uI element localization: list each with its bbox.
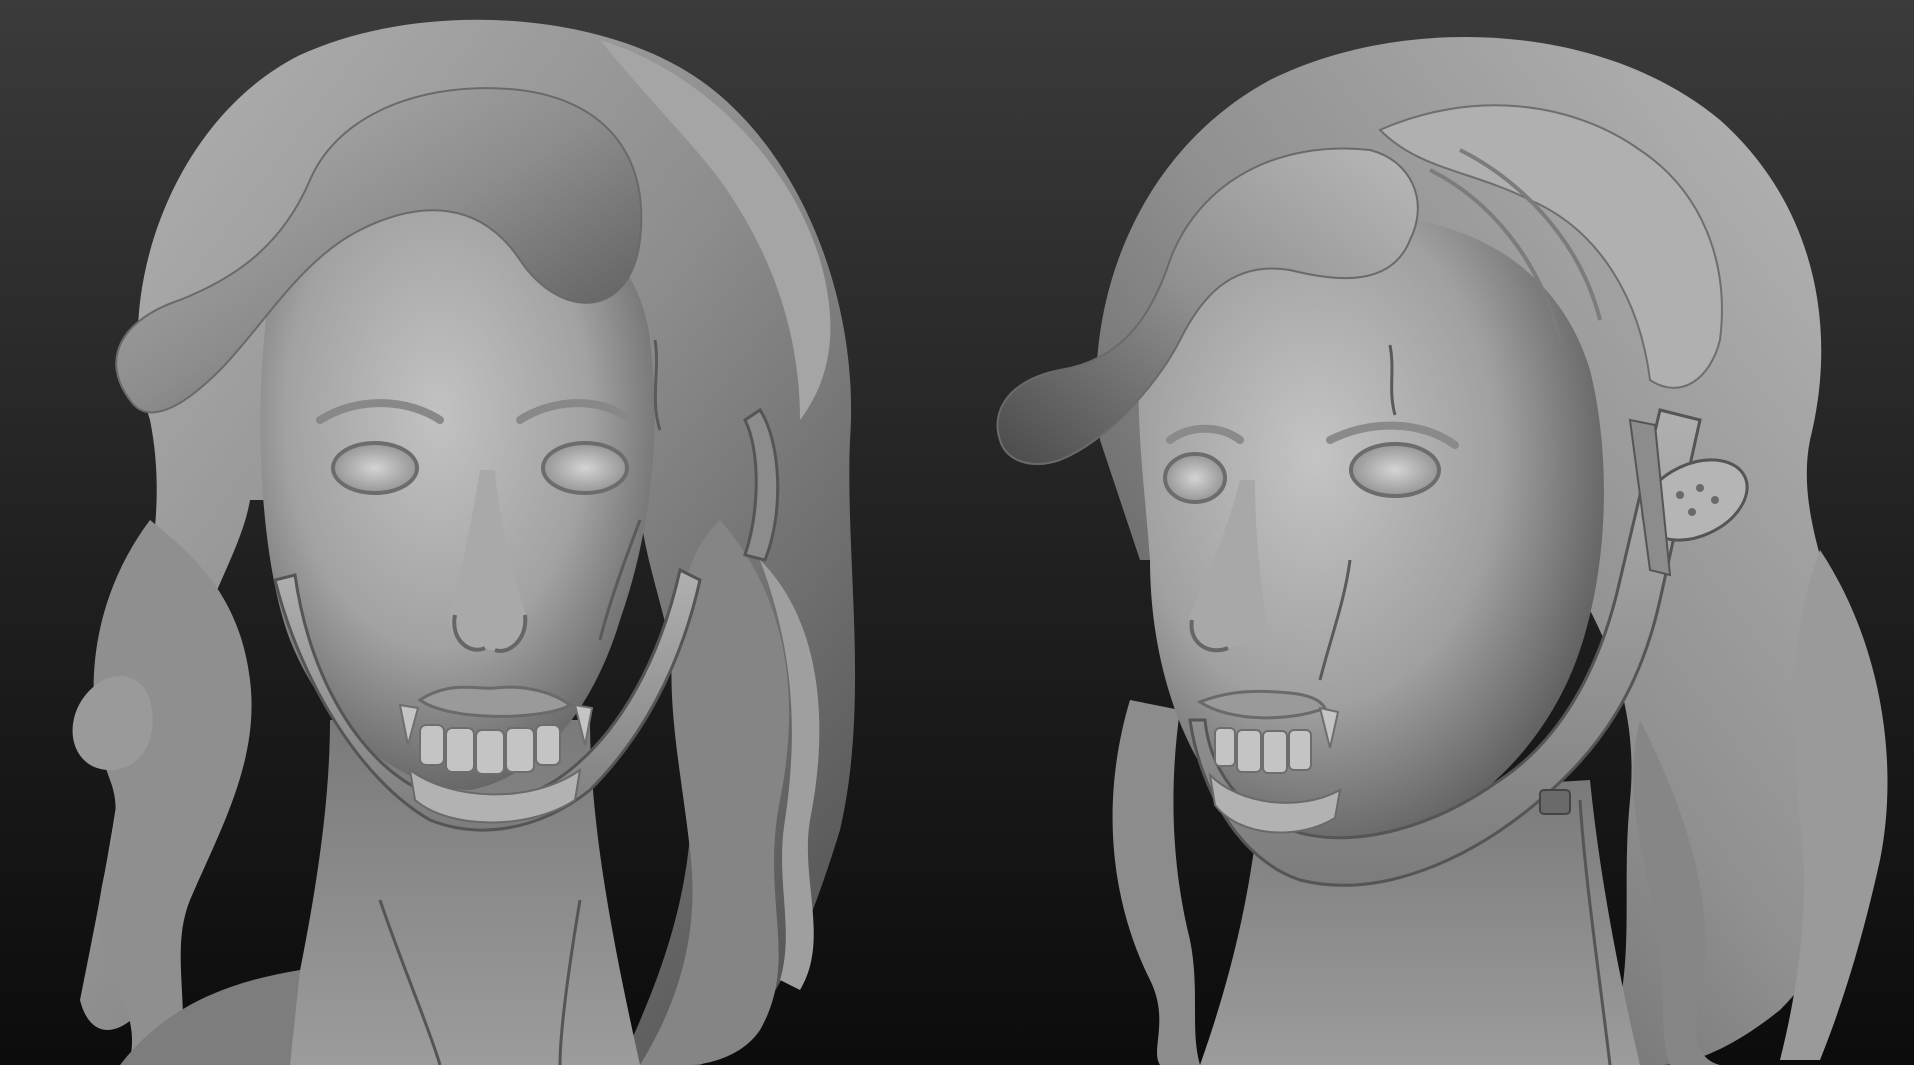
tq-jaw-button xyxy=(1539,789,1571,815)
tq-eye-left xyxy=(1163,452,1227,504)
tq-eye-right xyxy=(1349,442,1441,498)
render-canvas xyxy=(0,0,1914,1065)
front-eye-left xyxy=(331,441,419,495)
front-eye-right xyxy=(541,441,629,495)
sculpt-viewport xyxy=(0,0,1914,1065)
